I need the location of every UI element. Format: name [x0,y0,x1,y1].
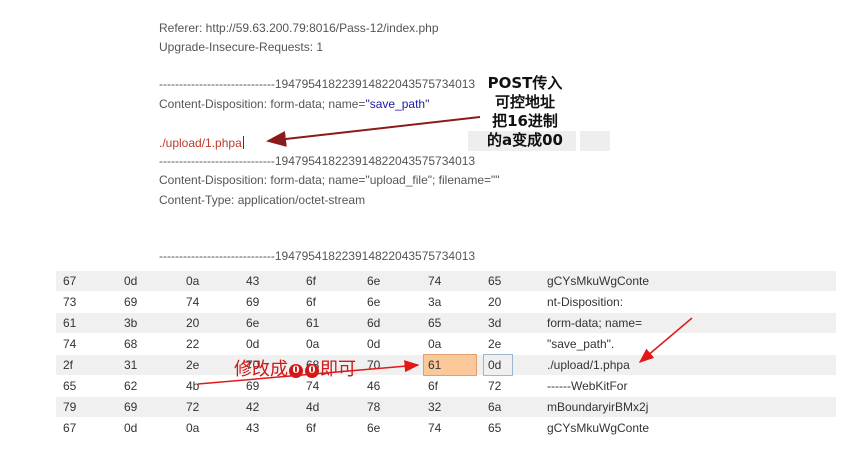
arrow-to-save-path [266,116,481,147]
annotation-arrows [197,116,693,385]
arrow-to-ascii [638,317,693,363]
arrow-to-hex-byte [197,360,420,385]
